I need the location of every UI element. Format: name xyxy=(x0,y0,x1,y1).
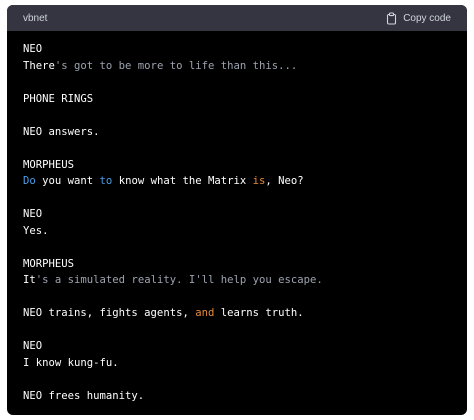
code-token: 's got to be more to life than this... xyxy=(54,59,298,72)
code-line: NEO xyxy=(23,41,451,58)
code-token: NEO xyxy=(23,208,43,220)
code-token: 's a simulated reality. I'll help you es… xyxy=(35,274,323,286)
code-token: , Neo? xyxy=(265,175,304,187)
code-token: MORPHEUS xyxy=(23,158,75,171)
code-line: NEO xyxy=(23,338,451,355)
code-token: know what the Matrix xyxy=(112,175,253,187)
code-token: NEO trains, fights agents, xyxy=(23,307,196,319)
code-line: MORPHEUS xyxy=(23,256,451,273)
code-line: NEO answers. xyxy=(23,124,451,141)
code-token: you want xyxy=(35,175,100,187)
language-label: vbnet xyxy=(23,12,48,24)
code-token: I know kung-fu. xyxy=(23,356,119,369)
code-token: Yes. xyxy=(23,224,49,237)
code-line: NEO xyxy=(23,206,451,223)
code-token: PHONE RINGS xyxy=(23,92,94,105)
code-line: NEO trains, fights agents, and learns tr… xyxy=(23,305,451,322)
code-block: vbnet Copy code NEO There's got to be mor… xyxy=(7,5,467,415)
code-token: MORPHEUS xyxy=(23,257,75,270)
code-token: NEO answers. xyxy=(23,125,100,138)
code-token: There xyxy=(23,59,55,72)
code-content: NEO There's got to be more to life than t… xyxy=(7,31,467,404)
copy-code-label: Copy code xyxy=(403,12,451,24)
code-line: Yes. xyxy=(23,223,451,240)
code-token: learns truth. xyxy=(214,307,304,319)
code-token: NEO xyxy=(23,43,43,55)
code-token: Do xyxy=(23,175,36,187)
code-line: PHONE RINGS xyxy=(23,91,451,108)
code-token: NEO frees humanity. xyxy=(23,389,145,402)
code-block-header: vbnet Copy code xyxy=(7,5,467,31)
clipboard-icon xyxy=(386,11,397,25)
code-token: is xyxy=(252,175,266,187)
code-line: Do you want to know what the Matrix is, … xyxy=(23,173,451,190)
code-token: NEO xyxy=(23,340,43,352)
code-token: It xyxy=(23,274,36,286)
code-token: to xyxy=(99,175,113,187)
code-line: I know kung-fu. xyxy=(23,355,451,372)
code-line: NEO frees humanity. xyxy=(23,388,451,405)
code-line: MORPHEUS xyxy=(23,157,451,174)
code-line: It's a simulated reality. I'll help you … xyxy=(23,272,451,289)
code-token: and xyxy=(195,307,215,319)
code-line: There's got to be more to life than this… xyxy=(23,58,451,75)
copy-code-button[interactable]: Copy code xyxy=(386,11,451,25)
